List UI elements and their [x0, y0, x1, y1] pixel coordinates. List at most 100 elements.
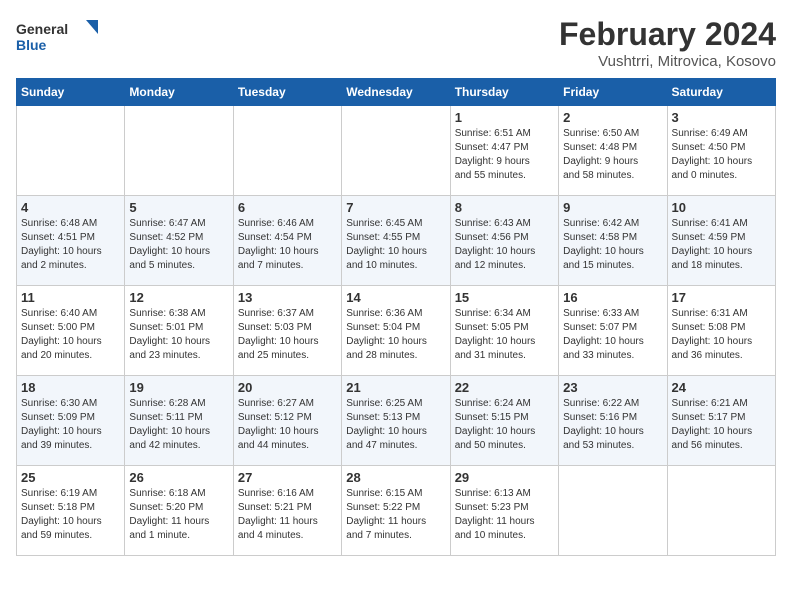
calendar-body: 1 Sunrise: 6:51 AM Sunset: 4:47 PM Daylig…	[17, 106, 776, 556]
day-number: 24	[672, 380, 771, 395]
day-number: 19	[129, 380, 228, 395]
day-info: Sunrise: 6:28 AM Sunset: 5:11 PM Dayligh…	[129, 397, 228, 453]
calendar-cell: 14Sunrise: 6:36 AM Sunset: 5:04 PM Dayli…	[342, 286, 450, 376]
calendar-cell: 15Sunrise: 6:34 AM Sunset: 5:05 PM Dayli…	[450, 286, 558, 376]
day-number: 4	[21, 200, 120, 215]
calendar-cell: 9 Sunrise: 6:42 AM Sunset: 4:58 PM Daylig…	[559, 196, 667, 286]
calendar-cell: 16 Sunrise: 6:33 AM Sunset: 5:07 PM Dayli…	[559, 286, 667, 376]
calendar-cell: 8 Sunrise: 6:43 AM Sunset: 4:56 PM Daylig…	[450, 196, 558, 286]
calendar-cell	[17, 106, 125, 196]
days-of-week-row: SundayMondayTuesdayWednesdayThursdayFrid…	[17, 79, 776, 106]
day-number: 18	[21, 380, 120, 395]
day-info: Sunrise: 6:36 AM Sunset: 5:04 PM Dayligh…	[346, 307, 445, 363]
day-info: Sunrise: 6:19 AM Sunset: 5:18 PM Dayligh…	[21, 487, 120, 543]
calendar-cell	[233, 106, 341, 196]
calendar-cell: 18 Sunrise: 6:30 AM Sunset: 5:09 PM Dayli…	[17, 376, 125, 466]
calendar-cell: 27 Sunrise: 6:16 AM Sunset: 5:21 PM Dayli…	[233, 466, 341, 556]
day-number: 15	[455, 290, 554, 305]
day-of-week-header: Thursday	[450, 79, 558, 106]
day-of-week-header: Friday	[559, 79, 667, 106]
calendar-week-row: 1 Sunrise: 6:51 AM Sunset: 4:47 PM Daylig…	[17, 106, 776, 196]
calendar-cell: 12Sunrise: 6:38 AM Sunset: 5:01 PM Dayli…	[125, 286, 233, 376]
day-info: Sunrise: 6:33 AM Sunset: 5:07 PM Dayligh…	[563, 307, 662, 363]
calendar-cell: 11 Sunrise: 6:40 AM Sunset: 5:00 PM Dayli…	[17, 286, 125, 376]
svg-text:General: General	[16, 21, 68, 37]
page-subtitle: Vushtrri, Mitrovica, Kosovo	[559, 53, 776, 70]
day-info: Sunrise: 6:40 AM Sunset: 5:00 PM Dayligh…	[21, 307, 120, 363]
calendar: SundayMondayTuesdayWednesdayThursdayFrid…	[16, 78, 776, 556]
day-number: 3	[672, 110, 771, 125]
calendar-cell: 22 Sunrise: 6:24 AM Sunset: 5:15 PM Dayli…	[450, 376, 558, 466]
day-number: 22	[455, 380, 554, 395]
day-number: 27	[238, 470, 337, 485]
day-info: Sunrise: 6:31 AM Sunset: 5:08 PM Dayligh…	[672, 307, 771, 363]
day-number: 17	[672, 290, 771, 305]
day-of-week-header: Sunday	[17, 79, 125, 106]
calendar-cell: 6 Sunrise: 6:46 AM Sunset: 4:54 PM Daylig…	[233, 196, 341, 286]
calendar-week-row: 11 Sunrise: 6:40 AM Sunset: 5:00 PM Dayli…	[17, 286, 776, 376]
day-info: Sunrise: 6:27 AM Sunset: 5:12 PM Dayligh…	[238, 397, 337, 453]
day-info: Sunrise: 6:38 AM Sunset: 5:01 PM Dayligh…	[129, 307, 228, 363]
calendar-cell: 23Sunrise: 6:22 AM Sunset: 5:16 PM Dayli…	[559, 376, 667, 466]
day-number: 5	[129, 200, 228, 215]
day-info: Sunrise: 6:16 AM Sunset: 5:21 PM Dayligh…	[238, 487, 337, 543]
header-area: GeneralBlue February 2024 Vushtrri, Mitr…	[16, 16, 776, 70]
calendar-week-row: 4 Sunrise: 6:48 AM Sunset: 4:51 PM Daylig…	[17, 196, 776, 286]
day-number: 10	[672, 200, 771, 215]
day-info: Sunrise: 6:21 AM Sunset: 5:17 PM Dayligh…	[672, 397, 771, 453]
day-info: Sunrise: 6:46 AM Sunset: 4:54 PM Dayligh…	[238, 217, 337, 273]
calendar-cell	[342, 106, 450, 196]
day-info: Sunrise: 6:41 AM Sunset: 4:59 PM Dayligh…	[672, 217, 771, 273]
day-info: Sunrise: 6:15 AM Sunset: 5:22 PM Dayligh…	[346, 487, 445, 543]
day-number: 1	[455, 110, 554, 125]
day-of-week-header: Monday	[125, 79, 233, 106]
day-info: Sunrise: 6:45 AM Sunset: 4:55 PM Dayligh…	[346, 217, 445, 273]
day-of-week-header: Saturday	[667, 79, 775, 106]
calendar-cell: 25 Sunrise: 6:19 AM Sunset: 5:18 PM Dayli…	[17, 466, 125, 556]
day-info: Sunrise: 6:49 AM Sunset: 4:50 PM Dayligh…	[672, 127, 771, 183]
calendar-cell: 29 Sunrise: 6:13 AM Sunset: 5:23 PM Dayli…	[450, 466, 558, 556]
day-number: 16	[563, 290, 662, 305]
day-info: Sunrise: 6:13 AM Sunset: 5:23 PM Dayligh…	[455, 487, 554, 543]
day-number: 21	[346, 380, 445, 395]
calendar-cell: 20 Sunrise: 6:27 AM Sunset: 5:12 PM Dayli…	[233, 376, 341, 466]
day-number: 23	[563, 380, 662, 395]
day-info: Sunrise: 6:24 AM Sunset: 5:15 PM Dayligh…	[455, 397, 554, 453]
day-info: Sunrise: 6:43 AM Sunset: 4:56 PM Dayligh…	[455, 217, 554, 273]
calendar-cell: 4 Sunrise: 6:48 AM Sunset: 4:51 PM Daylig…	[17, 196, 125, 286]
day-info: Sunrise: 6:48 AM Sunset: 4:51 PM Dayligh…	[21, 217, 120, 273]
day-number: 8	[455, 200, 554, 215]
day-number: 9	[563, 200, 662, 215]
svg-text:Blue: Blue	[16, 37, 47, 53]
calendar-cell	[125, 106, 233, 196]
logo-svg: GeneralBlue	[16, 16, 106, 56]
day-info: Sunrise: 6:42 AM Sunset: 4:58 PM Dayligh…	[563, 217, 662, 273]
day-of-week-header: Tuesday	[233, 79, 341, 106]
calendar-cell	[559, 466, 667, 556]
calendar-cell: 28 Sunrise: 6:15 AM Sunset: 5:22 PM Dayli…	[342, 466, 450, 556]
day-number: 7	[346, 200, 445, 215]
day-info: Sunrise: 6:30 AM Sunset: 5:09 PM Dayligh…	[21, 397, 120, 453]
day-number: 25	[21, 470, 120, 485]
day-info: Sunrise: 6:47 AM Sunset: 4:52 PM Dayligh…	[129, 217, 228, 273]
day-number: 28	[346, 470, 445, 485]
day-number: 29	[455, 470, 554, 485]
calendar-cell: 1 Sunrise: 6:51 AM Sunset: 4:47 PM Daylig…	[450, 106, 558, 196]
page-title: February 2024	[559, 16, 776, 53]
day-info: Sunrise: 6:18 AM Sunset: 5:20 PM Dayligh…	[129, 487, 228, 543]
day-info: Sunrise: 6:51 AM Sunset: 4:47 PM Dayligh…	[455, 127, 554, 183]
calendar-cell: 2Sunrise: 6:50 AM Sunset: 4:48 PM Daylig…	[559, 106, 667, 196]
calendar-cell: 13Sunrise: 6:37 AM Sunset: 5:03 PM Dayli…	[233, 286, 341, 376]
calendar-cell: 17 Sunrise: 6:31 AM Sunset: 5:08 PM Dayli…	[667, 286, 775, 376]
calendar-week-row: 18 Sunrise: 6:30 AM Sunset: 5:09 PM Dayli…	[17, 376, 776, 466]
day-info: Sunrise: 6:50 AM Sunset: 4:48 PM Dayligh…	[563, 127, 662, 183]
day-number: 11	[21, 290, 120, 305]
calendar-cell: 19 Sunrise: 6:28 AM Sunset: 5:11 PM Dayli…	[125, 376, 233, 466]
calendar-week-row: 25 Sunrise: 6:19 AM Sunset: 5:18 PM Dayli…	[17, 466, 776, 556]
day-info: Sunrise: 6:37 AM Sunset: 5:03 PM Dayligh…	[238, 307, 337, 363]
day-number: 6	[238, 200, 337, 215]
calendar-cell: 24 Sunrise: 6:21 AM Sunset: 5:17 PM Dayli…	[667, 376, 775, 466]
logo: GeneralBlue	[16, 16, 106, 56]
calendar-cell: 10 Sunrise: 6:41 AM Sunset: 4:59 PM Dayli…	[667, 196, 775, 286]
day-number: 20	[238, 380, 337, 395]
